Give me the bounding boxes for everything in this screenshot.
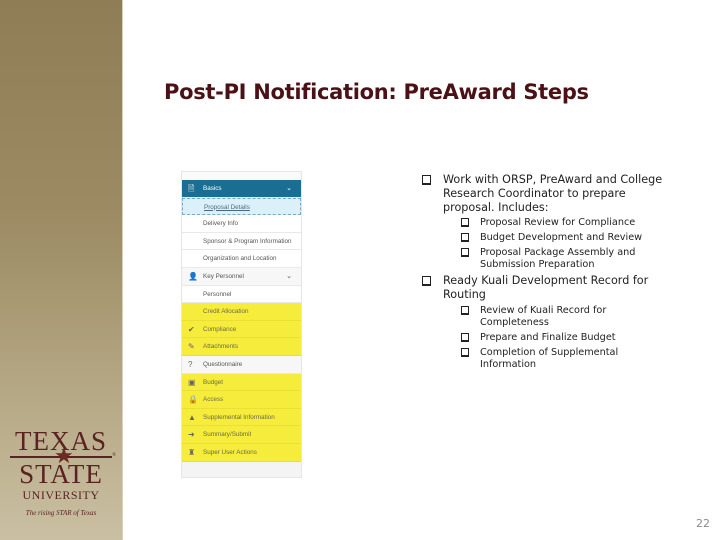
nav-item-label: Budget (203, 378, 223, 386)
sub-bullet-list: Review of Kuali Record for Completeness P… (420, 305, 670, 371)
nav-item-basics[interactable]: 🗎 Basics ⌄ (182, 180, 301, 198)
nav-item-proposal-details[interactable]: Proposal Details (182, 197, 301, 216)
checkbox-bullet-icon (461, 332, 469, 342)
trademark-mark: ® (112, 453, 116, 458)
nav-item-label: Supplemental Information (203, 413, 275, 421)
checkbox-bullet-icon (422, 175, 431, 185)
nav-item-questionnaire[interactable]: ? Questionnaire (182, 355, 301, 374)
chevron-down-icon[interactable]: ⌄ (286, 180, 292, 198)
bullet-text: Work with ORSP, PreAward and College Res… (443, 173, 663, 214)
nav-item-label: Summary/Submit (203, 431, 252, 439)
nav-item-budget[interactable]: ▣ Budget (182, 373, 301, 392)
nav-item-attachments[interactable]: ✎ Attachments (182, 338, 301, 356)
sub-bullet-list: Proposal Review for Compliance Budget Dev… (420, 217, 670, 271)
lock-icon: 🔒 (188, 395, 198, 405)
sub-bullet-text: Prepare and Finalize Budget (480, 331, 616, 343)
bullet-text: Ready Kuali Development Record for Routi… (443, 274, 649, 302)
nav-item-sponsor-program-information[interactable]: Sponsor & Program Information (182, 232, 301, 251)
nav-item-label: Super User Actions (203, 448, 257, 456)
nav-item-super-user-actions[interactable]: ♜ Super User Actions (182, 443, 301, 462)
texas-state-logo: TEXAS ★ ® STATE UNIVERSITY The rising ST… (6, 428, 116, 517)
file-icon: 🗎 (188, 184, 195, 193)
logo-rule: ★ ® (10, 445, 116, 467)
nav-item-delivery-info[interactable]: Delivery Info (182, 215, 301, 233)
checkbox-bullet-icon (422, 276, 431, 287)
nav-item-label: Key Personnel (203, 272, 244, 280)
sub-bullet-text: Review of Kuali Record for Completeness (480, 304, 607, 328)
sub-bullet-item: Proposal Review for Compliance (420, 217, 670, 229)
nav-item-label: Personnel (203, 290, 232, 298)
person-icon: 👤 (188, 271, 198, 281)
checkmark-icon: ✔ (188, 324, 195, 334)
sub-bullet-item: Completion of Supplemental Information (420, 347, 670, 371)
page-number: 22 (696, 517, 710, 530)
money-icon: ▣ (188, 377, 196, 387)
bullet-list: Work with ORSP, PreAward and College Res… (420, 173, 670, 374)
nav-item-organization-and-location[interactable]: Organization and Location (182, 250, 301, 268)
nav-item-personnel[interactable]: Personnel (182, 285, 301, 304)
nav-item-label: Attachments (203, 343, 238, 351)
sub-bullet-item: Review of Kuali Record for Completeness (420, 305, 670, 329)
checkbox-bullet-icon (461, 347, 469, 357)
sub-bullet-item: Proposal Package Assembly and Submission… (420, 247, 670, 271)
bullet-item: Work with ORSP, PreAward and College Res… (420, 173, 670, 214)
nav-item-label: Basics (203, 185, 222, 192)
sub-bullet-item: Budget Development and Review (420, 232, 670, 244)
chevron-down-icon[interactable]: ⌄ (286, 268, 292, 286)
sitemap-icon: ♜ (188, 447, 196, 457)
nav-item-supplemental-information[interactable]: ▲ Supplemental Information (182, 408, 301, 427)
nav-item-label: Questionnaire (203, 360, 243, 368)
sub-bullet-text: Completion of Supplemental Information (480, 346, 619, 370)
star-icon: ★ (54, 443, 74, 468)
bullet-item: Ready Kuali Development Record for Routi… (420, 274, 670, 302)
nav-item-label: Compliance (203, 325, 237, 333)
checkbox-bullet-icon (461, 233, 469, 243)
nav-item-access[interactable]: 🔒 Access (182, 391, 301, 409)
tree-icon: ▲ (188, 412, 196, 422)
sub-bullet-text: Budget Development and Review (480, 232, 643, 244)
logo-tagline: The rising STAR of Texas (25, 509, 97, 517)
sub-bullet-text: Proposal Review for Compliance (480, 217, 636, 229)
nav-item-credit-allocation[interactable]: Credit Allocation (182, 303, 301, 321)
nav-top-gap (182, 172, 301, 180)
nav-bottom (182, 461, 301, 477)
sub-bullet-text: Proposal Package Assembly and Submission… (480, 247, 636, 271)
nav-item-label: Delivery Info (203, 220, 238, 228)
paperclip-icon: ✎ (188, 342, 195, 352)
nav-item-label: Access (203, 396, 224, 404)
slide-title: Post-PI Notification: PreAward Steps (164, 80, 589, 104)
nav-item-label: Organization and Location (203, 255, 277, 263)
sub-bullet-item: Prepare and Finalize Budget (420, 332, 670, 344)
nav-item-label: Credit Allocation (203, 308, 249, 316)
question-circle-icon: ? (188, 359, 193, 369)
bullet-root: Work with ORSP, PreAward and College Res… (420, 173, 670, 371)
checkbox-bullet-icon (461, 305, 469, 315)
nav-item-label: Proposal Details (204, 203, 250, 211)
checkbox-bullet-icon (461, 218, 469, 228)
checkbox-bullet-icon (461, 248, 469, 258)
arrow-right-icon: ➜ (188, 430, 195, 440)
nav-list: 🗎 Basics ⌄ Proposal Details Delivery Info Spo… (182, 180, 301, 462)
logo-university: UNIVERSITY (22, 488, 100, 502)
kuali-nav-screenshot: 🗎 Basics ⌄ Proposal Details Delivery Info Spo… (181, 171, 302, 478)
nav-item-compliance[interactable]: ✔ Compliance (182, 320, 301, 339)
nav-item-label: Sponsor & Program Information (203, 237, 292, 245)
nav-item-key-personnel[interactable]: 👤 Key Personnel ⌄ (182, 267, 301, 286)
nav-item-summary-submit[interactable]: ➜ Summary/Submit (182, 426, 301, 444)
